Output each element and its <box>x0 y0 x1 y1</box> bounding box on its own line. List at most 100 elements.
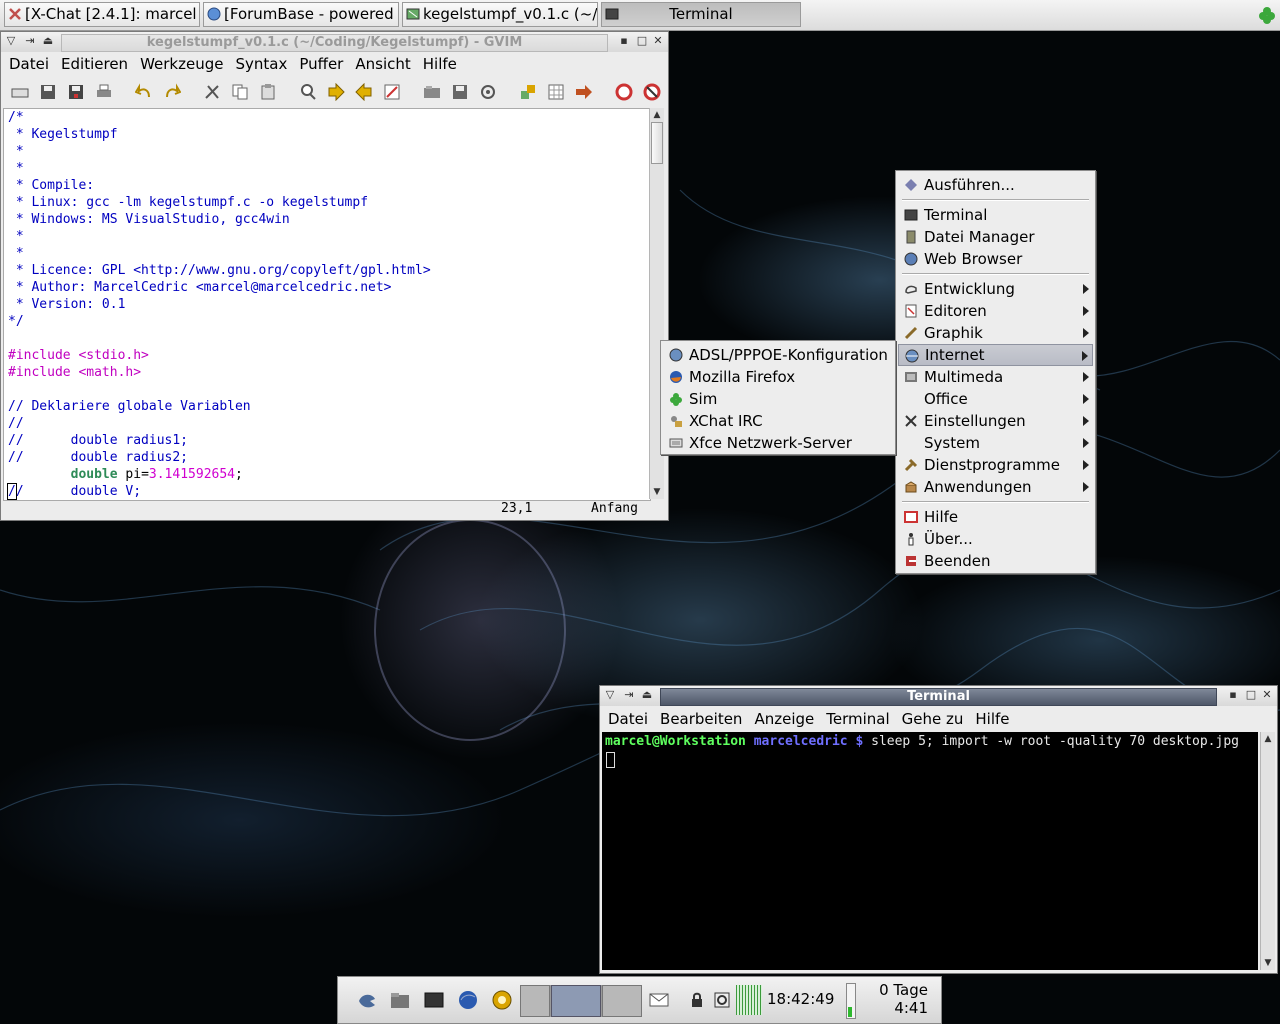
save-icon[interactable] <box>39 83 57 101</box>
clover-icon[interactable] <box>1258 6 1276 24</box>
menu-bearbeiten[interactable]: Bearbeiten <box>654 707 748 731</box>
menu-item-utilities[interactable]: Dienstprogramme <box>898 454 1093 476</box>
jump-tag-icon[interactable] <box>575 83 593 101</box>
scrollbar-thumb[interactable] <box>651 122 663 164</box>
menu-item-editors[interactable]: Editoren <box>898 300 1093 322</box>
web-browser-icon[interactable] <box>457 989 479 1011</box>
menu-item-firefox[interactable]: Mozilla Firefox <box>663 366 893 388</box>
terminal-icon[interactable] <box>423 989 445 1011</box>
terminal-output[interactable]: marcel@Workstation marcelcedric $ sleep … <box>602 732 1258 970</box>
terminal-titlebar[interactable]: ▽ ⇥ ⏏ Terminal ▪ □ ✕ <box>600 686 1277 706</box>
menu-item-file-manager[interactable]: Datei Manager <box>898 226 1093 248</box>
menu-item-sim[interactable]: Sim <box>663 388 893 410</box>
settings-icon[interactable] <box>491 989 513 1011</box>
maximize-icon[interactable]: □ <box>1245 689 1257 701</box>
lock-icon[interactable] <box>686 989 708 1011</box>
gvim-titlebar[interactable]: ▽ ⇥ ⏏ kegelstumpf_v0.1.c (~/Coding/Kegel… <box>1 32 668 52</box>
file-manager-icon[interactable] <box>389 989 411 1011</box>
menu-item-internet[interactable]: Internet <box>898 344 1093 366</box>
menu-editieren[interactable]: Editieren <box>55 52 134 76</box>
shade-icon[interactable]: ⏏ <box>641 689 653 701</box>
mail-icon[interactable] <box>648 989 670 1011</box>
find-help-icon[interactable] <box>643 83 661 101</box>
scroll-up-icon[interactable]: ▲ <box>1261 732 1275 746</box>
cut-icon[interactable] <box>203 83 221 101</box>
minimize-icon[interactable]: ▪ <box>618 35 630 47</box>
xfce-menu-icon[interactable] <box>356 989 378 1011</box>
scroll-down-icon[interactable]: ▼ <box>650 485 664 499</box>
run-script-icon[interactable] <box>479 83 497 101</box>
task-xchat[interactable]: [X-Chat [2.4.1]: marcel <box>4 2 200 27</box>
menu-puffer[interactable]: Puffer <box>293 52 349 76</box>
scroll-down-icon[interactable]: ▼ <box>1261 956 1275 970</box>
code-text: / double V; <box>15 484 142 499</box>
stick-icon[interactable]: ⇥ <box>24 35 36 47</box>
workspace-switcher[interactable] <box>520 985 642 1017</box>
task-gvim[interactable]: kegelstumpf_v0.1.c (~/ <box>402 2 598 27</box>
menu-item-settings[interactable]: Einstellungen <box>898 410 1093 432</box>
menu-item-applications[interactable]: Anwendungen <box>898 476 1093 498</box>
menu-werkzeuge[interactable]: Werkzeuge <box>134 52 229 76</box>
menu-datei[interactable]: Datei <box>3 52 55 76</box>
close-icon[interactable]: ✕ <box>652 35 664 47</box>
redo-icon[interactable] <box>163 83 181 101</box>
save-all-icon[interactable] <box>67 83 85 101</box>
submenu-arrow-icon <box>1083 372 1089 382</box>
menu-datei[interactable]: Datei <box>602 707 654 731</box>
menu-hilfe[interactable]: Hilfe <box>417 52 463 76</box>
window-menu-icon[interactable]: ▽ <box>604 689 616 701</box>
menu-gehe-zu[interactable]: Gehe zu <box>896 707 970 731</box>
undo-icon[interactable] <box>135 83 153 101</box>
menu-terminal[interactable]: Terminal <box>820 707 895 731</box>
print-icon[interactable] <box>95 83 113 101</box>
find-prev-icon[interactable] <box>355 83 373 101</box>
menu-item-about[interactable]: Über... <box>898 528 1093 550</box>
help-icon[interactable] <box>615 83 633 101</box>
menu-hilfe[interactable]: Hilfe <box>969 707 1015 731</box>
task-terminal[interactable]: Terminal <box>601 2 801 27</box>
menu-item-help[interactable]: Hilfe <box>898 506 1093 528</box>
menu-item-web-browser[interactable]: Web Browser <box>898 248 1093 270</box>
find-next-icon[interactable] <box>327 83 345 101</box>
stick-icon[interactable]: ⇥ <box>623 689 635 701</box>
close-icon[interactable]: ✕ <box>1261 689 1273 701</box>
workspace-3[interactable] <box>602 985 642 1017</box>
menu-item-adsl[interactable]: ADSL/PPPOE-Konfiguration <box>663 344 893 366</box>
paste-icon[interactable] <box>259 83 277 101</box>
menu-syntax[interactable]: Syntax <box>229 52 293 76</box>
workspace-1[interactable] <box>520 985 550 1017</box>
menu-item-network-server[interactable]: Xfce Netzwerk-Server <box>663 432 893 454</box>
open-icon[interactable] <box>11 83 29 101</box>
load-session-icon[interactable] <box>423 83 441 101</box>
make-icon[interactable] <box>519 83 537 101</box>
task-forumbase[interactable]: [ForumBase - powered <box>203 2 399 27</box>
vim-statusline: 23,1 Anfang <box>3 499 648 519</box>
replace-icon[interactable] <box>383 83 401 101</box>
menu-item-office[interactable]: Office <box>898 388 1093 410</box>
menu-item-system[interactable]: System <box>898 432 1093 454</box>
menu-item-quit[interactable]: Beenden <box>898 550 1093 572</box>
scroll-up-icon[interactable]: ▲ <box>650 108 664 122</box>
save-session-icon[interactable] <box>451 83 469 101</box>
type-keyword: double <box>70 467 118 482</box>
menu-item-graphics[interactable]: Graphik <box>898 322 1093 344</box>
menu-ansicht[interactable]: Ansicht <box>349 52 416 76</box>
menu-item-development[interactable]: Entwicklung <box>898 278 1093 300</box>
build-tags-icon[interactable] <box>547 83 565 101</box>
code-editor[interactable]: /* * Kegelstumpf * * * Compile: * Linux:… <box>3 108 651 501</box>
menu-item-multimedia[interactable]: Multimeda <box>898 366 1093 388</box>
graphics-icon <box>904 326 918 340</box>
workspace-2[interactable] <box>551 985 601 1017</box>
menu-item-run[interactable]: Ausführen... <box>898 174 1093 196</box>
window-menu-icon[interactable]: ▽ <box>5 35 17 47</box>
shade-icon[interactable]: ⏏ <box>42 35 54 47</box>
menu-item-xchat[interactable]: XChat IRC <box>663 410 893 432</box>
minimize-icon[interactable]: ▪ <box>1227 689 1239 701</box>
menu-item-terminal[interactable]: Terminal <box>898 204 1093 226</box>
menu-anzeige[interactable]: Anzeige <box>748 707 820 731</box>
find-icon[interactable] <box>299 83 317 101</box>
power-icon[interactable] <box>711 989 733 1011</box>
terminal-scrollbar[interactable]: ▲ ▼ <box>1260 732 1275 970</box>
maximize-icon[interactable]: □ <box>636 35 648 47</box>
copy-icon[interactable] <box>231 83 249 101</box>
